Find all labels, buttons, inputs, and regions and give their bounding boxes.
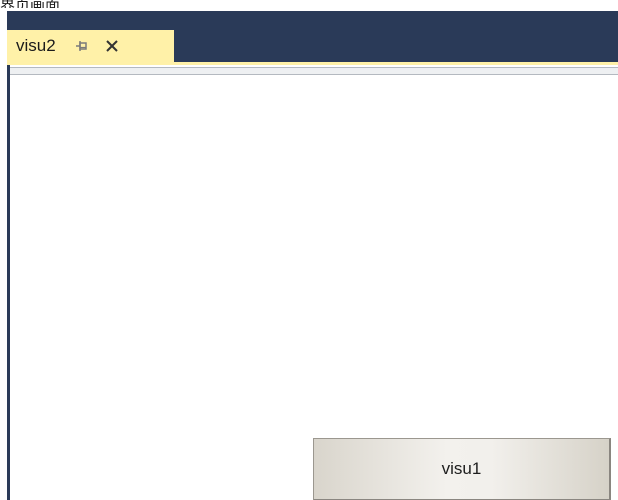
caption-text: 界页画面 — [0, 0, 60, 8]
close-icon[interactable] — [103, 37, 121, 55]
visu1-button[interactable]: visu1 — [313, 438, 611, 500]
editor-ruler — [10, 67, 618, 75]
page-root: 界页画面 visu2 — [0, 0, 618, 500]
tab-title: visu2 — [16, 36, 56, 55]
pin-icon[interactable] — [74, 38, 90, 54]
document-tab-strip: visu2 — [7, 11, 618, 62]
visualization-editor-window: visu2 visu1 — [7, 11, 618, 500]
visualization-canvas[interactable]: visu1 — [10, 65, 618, 500]
tab-visu2[interactable]: visu2 — [7, 30, 174, 62]
